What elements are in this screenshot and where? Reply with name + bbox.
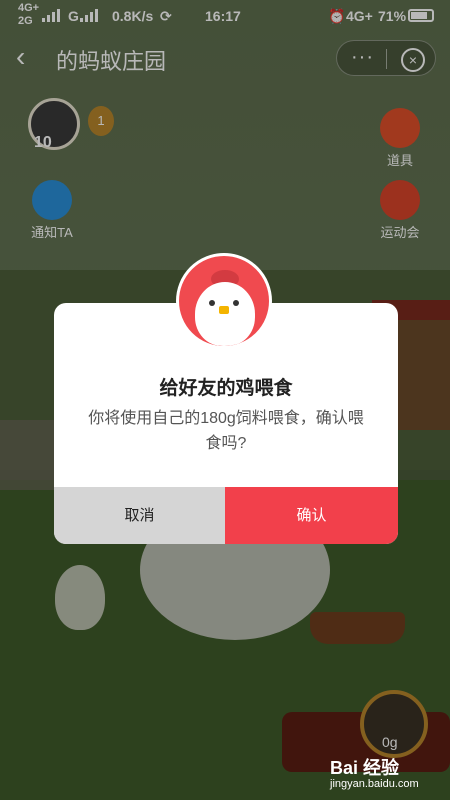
watermark-brand: Bai 经验 [330,758,400,778]
dialog-message: 你将使用自己的180g饲料喂食，确认喂食吗? [88,410,364,452]
hen-eye-left [209,300,215,306]
dialog-title: 给好友的鸡喂食 [159,378,293,399]
watermark-url: jingyan.baidu.com [330,778,419,790]
hen-eye-right [233,300,239,306]
cancel-button[interactable]: 取消 [54,487,225,544]
hen-face [195,282,255,346]
chicken-avatar [176,253,272,349]
confirm-button[interactable]: 确认 [225,487,398,544]
hen-beak [219,306,229,314]
